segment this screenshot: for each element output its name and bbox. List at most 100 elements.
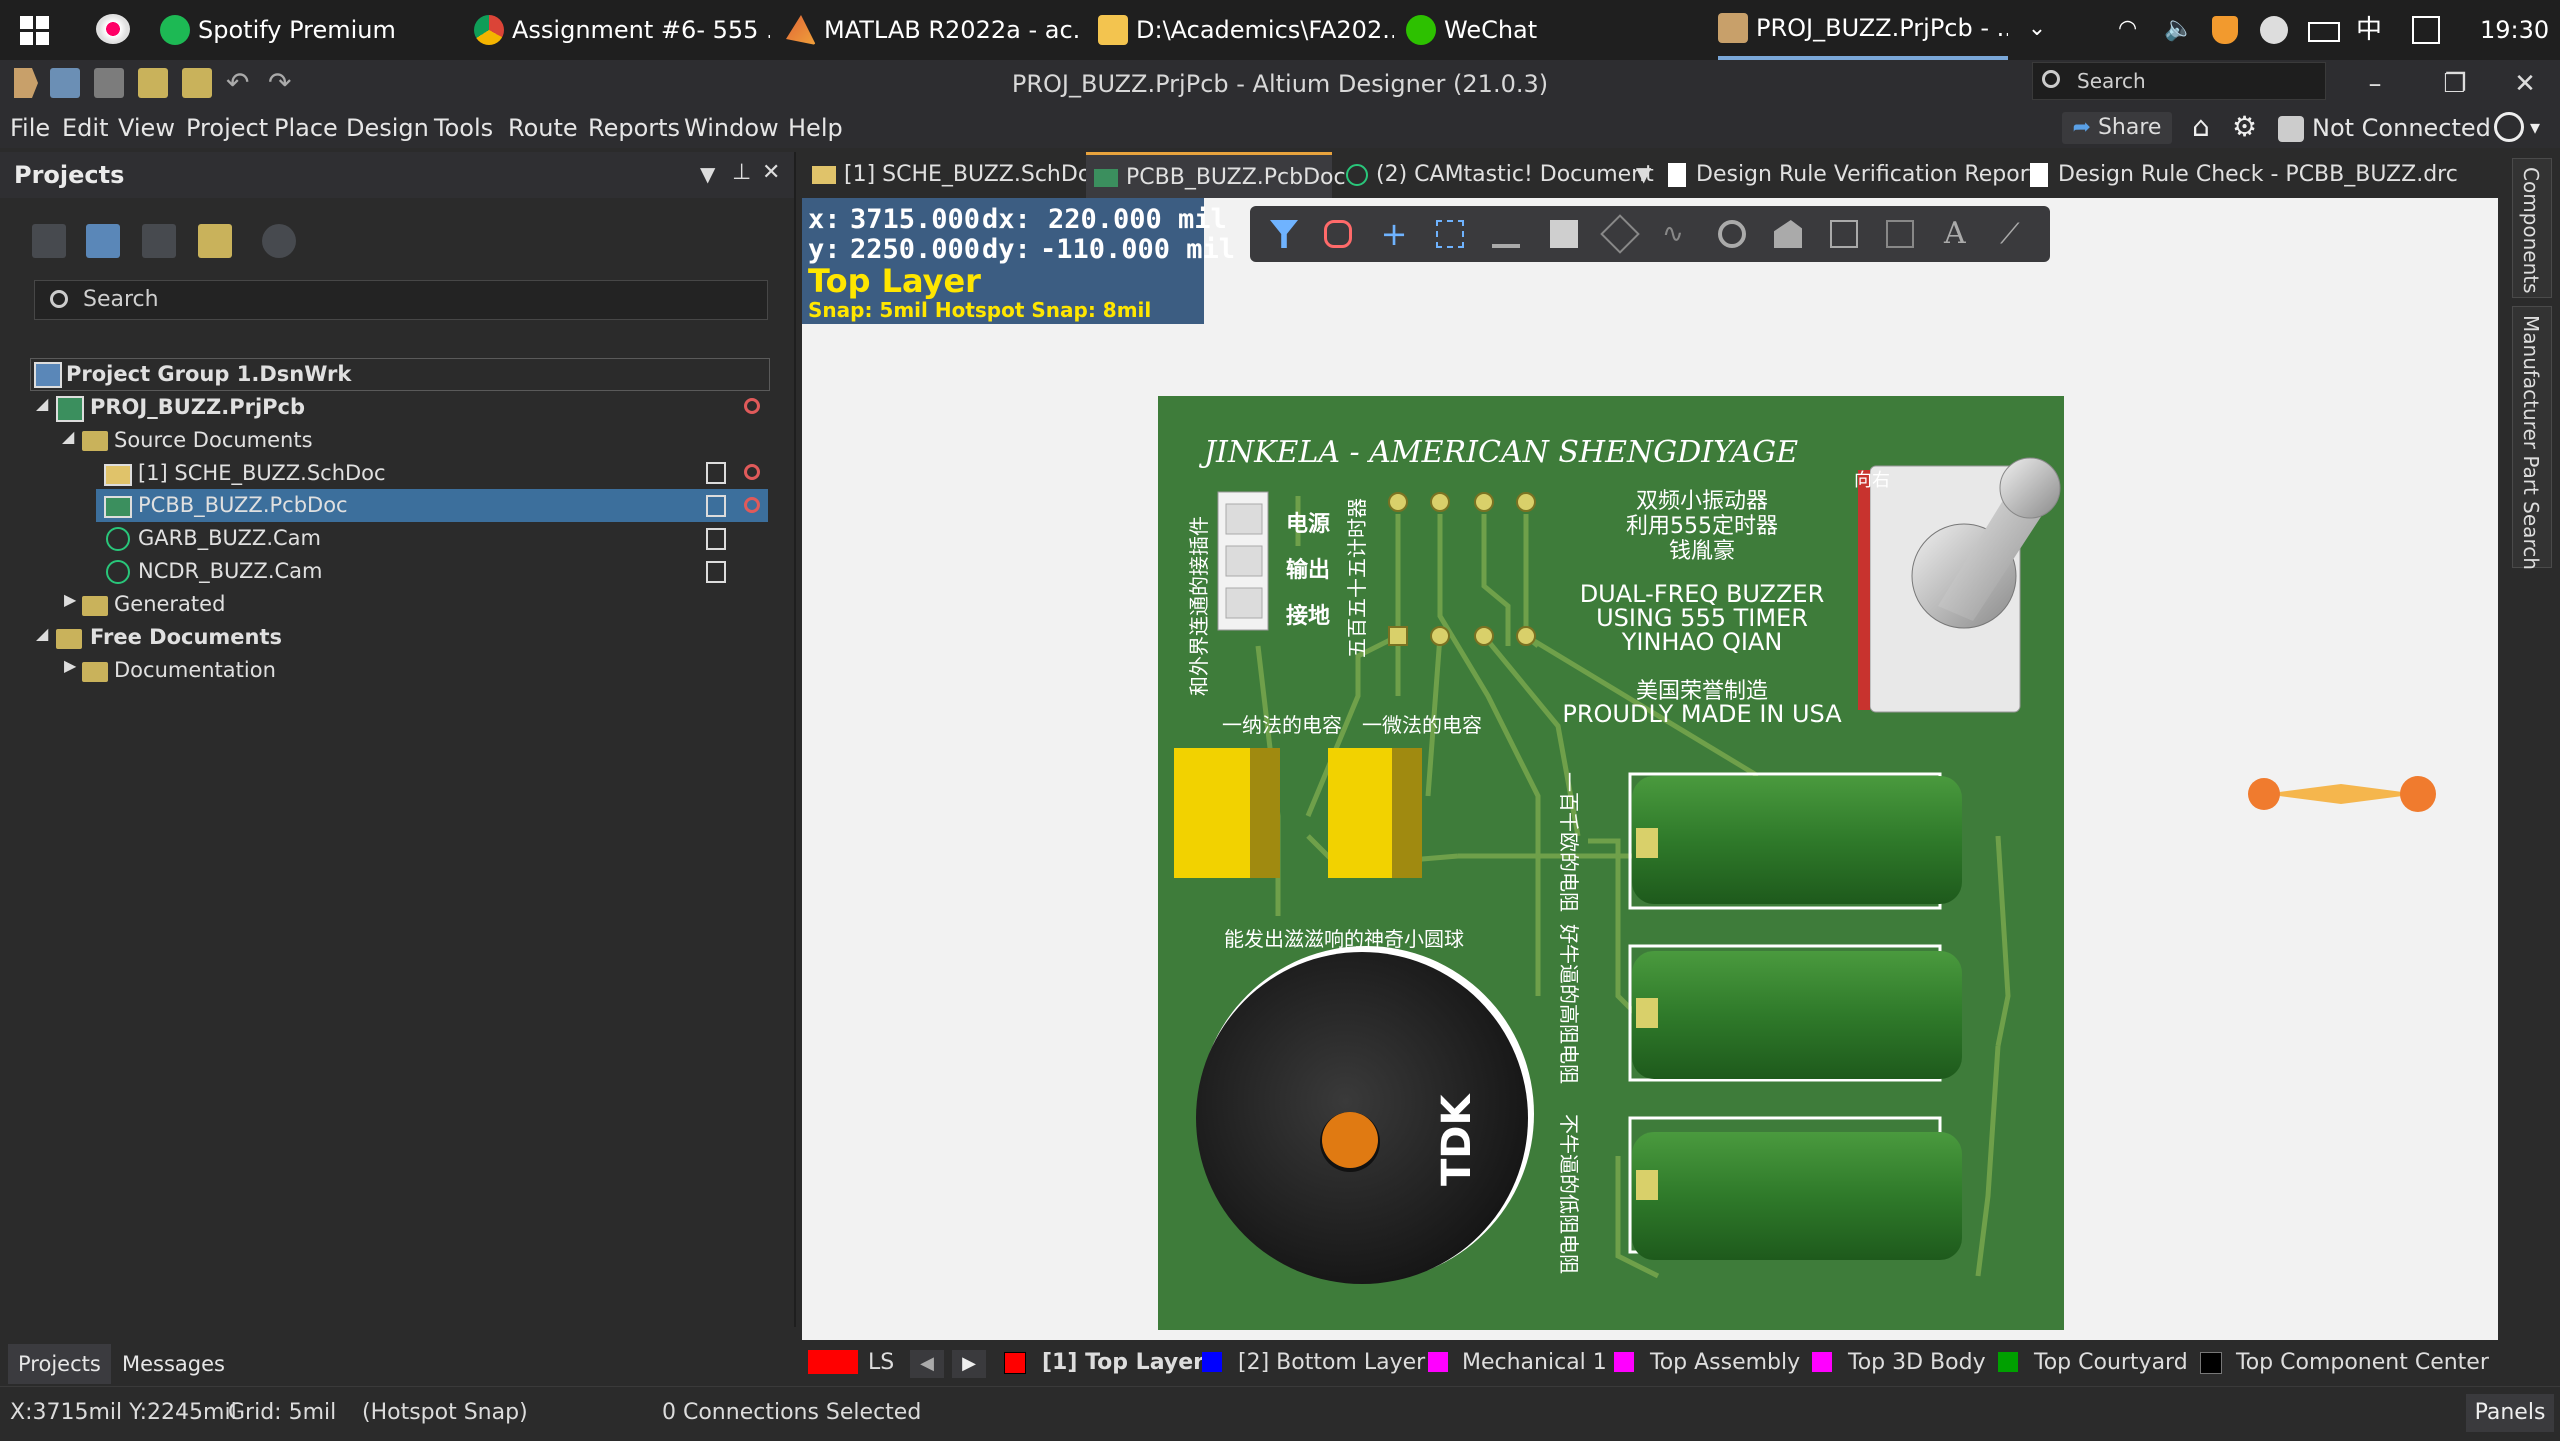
pcb-board[interactable]: JINKELA - AMERICAN SHENGDIYAGE 双频小振动器 利用… <box>1158 396 2064 1330</box>
taskbar-matlab[interactable]: MATLAB R2022a - ac... <box>786 0 1082 60</box>
resistor-low[interactable] <box>1628 1116 1962 1260</box>
menu-view[interactable]: View <box>118 108 175 148</box>
minimize-button[interactable]: – <box>2340 60 2410 108</box>
tab-camtastic[interactable]: (2) CAMtastic! Document <box>1342 152 1658 198</box>
close-button[interactable]: ✕ <box>2490 60 2560 108</box>
grid-icon[interactable] <box>2412 16 2440 44</box>
place-via-icon[interactable] <box>1718 220 1746 248</box>
project-search-input[interactable]: Search <box>34 280 768 320</box>
tree-pcb-doc[interactable]: PCBB_BUZZ.PcbDoc <box>138 489 348 522</box>
layer-tab-top-component-center[interactable]: Top Component Center <box>2236 1340 2489 1386</box>
menu-file[interactable]: File <box>10 108 50 148</box>
expand-arrow-icon[interactable]: ▶ <box>64 590 76 609</box>
tree-ncdr-cam[interactable]: NCDR_BUZZ.Cam <box>138 555 322 588</box>
add-document-icon[interactable] <box>198 224 232 258</box>
layer-tab-top-courtyard[interactable]: Top Courtyard <box>2034 1340 2188 1386</box>
layer-scroll-left-icon[interactable]: ◀ <box>910 1350 944 1378</box>
ime-indicator[interactable]: 中 <box>2356 10 2382 50</box>
menu-edit[interactable]: Edit <box>62 108 108 148</box>
layer-tab-top-3d-body[interactable]: Top 3D Body <box>1848 1340 1986 1386</box>
taskbar-wechat[interactable]: WeChat <box>1406 0 1706 60</box>
menu-reports[interactable]: Reports <box>588 108 680 148</box>
battery-icon[interactable] <box>2308 22 2340 42</box>
crosshair-icon[interactable]: + <box>1380 218 1408 250</box>
menu-route[interactable]: Route <box>508 108 578 148</box>
save-project-icon[interactable] <box>32 224 66 258</box>
align-icon[interactable] <box>1492 220 1520 248</box>
header-connector[interactable] <box>1217 491 1269 631</box>
menu-tools[interactable]: Tools <box>434 108 493 148</box>
tab-pcb[interactable]: PCBB_BUZZ.PcbDoc <box>1086 152 1346 198</box>
collapse-arrow-icon[interactable]: ◢ <box>36 624 48 643</box>
manufacturer-part-search-tab[interactable]: Manufacturer Part Search <box>2512 306 2552 570</box>
taskbar-explorer[interactable]: D:\Academics\FA202... <box>1098 0 1394 60</box>
chevron-up-icon[interactable]: ⌄ <box>2024 16 2050 42</box>
tray-user-icon[interactable] <box>2260 16 2288 44</box>
collapse-arrow-icon[interactable]: ◢ <box>36 394 48 413</box>
taskbar-app-icon[interactable] <box>96 14 130 44</box>
collapse-arrow-icon[interactable]: ◢ <box>62 427 74 446</box>
chevron-down-icon[interactable]: ▾ <box>2530 112 2550 142</box>
project-options-icon[interactable] <box>142 224 176 258</box>
volume-icon[interactable]: 🔈 <box>2164 14 2194 44</box>
layer-set-swatch[interactable] <box>808 1350 858 1374</box>
tree-garb-cam[interactable]: GARB_BUZZ.Cam <box>138 522 321 555</box>
tree-free-documents[interactable]: Free Documents <box>90 621 282 654</box>
select-route-icon[interactable] <box>1324 220 1352 248</box>
expand-arrow-icon[interactable]: ▶ <box>64 656 76 675</box>
global-search-input[interactable]: Search <box>2032 62 2326 100</box>
menu-place[interactable]: Place <box>274 108 338 148</box>
capacitor-1nf[interactable] <box>1174 748 1280 878</box>
connection-status[interactable]: Not Connected <box>2312 108 2491 148</box>
panel-menu-icon[interactable]: ▼ <box>700 162 720 186</box>
layer-scroll-right-icon[interactable]: ▶ <box>952 1350 986 1378</box>
select-area-icon[interactable] <box>1436 220 1464 248</box>
menu-design[interactable]: Design <box>346 108 429 148</box>
menu-window[interactable]: Window <box>684 108 779 148</box>
compile-icon[interactable] <box>86 224 120 258</box>
home-icon[interactable]: ⌂ <box>2192 112 2222 142</box>
components-panel-tab[interactable]: Components <box>2512 158 2552 298</box>
dimension-icon[interactable] <box>1886 220 1914 248</box>
layer-tab-top[interactable]: [1] Top Layer <box>1042 1340 1204 1386</box>
tab-projects[interactable]: Projects <box>8 1344 111 1384</box>
tdk-buzzer[interactable] <box>1196 946 1534 1284</box>
line-icon[interactable]: ⟋ <box>2000 220 2028 248</box>
wifi-icon[interactable]: ◠ <box>2118 16 2148 44</box>
settings-gear-icon[interactable] <box>262 224 296 258</box>
tree-generated[interactable]: Generated <box>114 588 225 621</box>
menu-project[interactable]: Project <box>186 108 268 148</box>
place-component-icon[interactable] <box>1550 220 1578 248</box>
panels-button[interactable]: Panels <box>2466 1394 2554 1432</box>
shield-icon[interactable] <box>2212 16 2238 44</box>
tree-documentation[interactable]: Documentation <box>114 654 276 687</box>
taskbar-altium[interactable]: PROJ_BUZZ.PrjPcb - ... <box>1718 0 2008 60</box>
layer-tab-mech1[interactable]: Mechanical 1 <box>1462 1340 1607 1386</box>
layer-tab-bottom[interactable]: [2] Bottom Layer <box>1238 1340 1425 1386</box>
tab-drc[interactable]: Design Rule Check - PCBB_BUZZ.drc <box>2026 152 2458 198</box>
windows-start-icon[interactable] <box>20 16 50 46</box>
tree-source-documents[interactable]: Source Documents <box>114 424 313 457</box>
taskbar-spotify[interactable]: Spotify Premium <box>160 0 450 60</box>
tab-messages[interactable]: Messages <box>112 1344 235 1384</box>
layer-set-ls[interactable]: LS <box>868 1340 894 1386</box>
resistor-high[interactable] <box>1628 944 1962 1082</box>
tree-schematic-doc[interactable]: [1] SCHE_BUZZ.SchDoc <box>138 457 386 490</box>
resistor-100k[interactable] <box>1628 772 1962 910</box>
clock[interactable]: 19:30 <box>2480 10 2549 50</box>
text-icon[interactable]: A <box>1944 219 1972 249</box>
diff-pair-icon[interactable]: ∿ <box>1662 220 1690 248</box>
tab-schematic[interactable]: [1] SCHE_BUZZ.SchDoc <box>808 152 1103 198</box>
account-icon[interactable] <box>2494 112 2524 142</box>
keepout-icon[interactable] <box>1830 220 1858 248</box>
share-button[interactable]: ➦ Share <box>2062 112 2172 144</box>
maximize-button[interactable]: ❐ <box>2420 60 2490 108</box>
panel-close-icon[interactable]: ✕ <box>762 160 784 186</box>
tab-drv-report[interactable]: Design Rule Verification Report <box>1664 152 2044 198</box>
gear-icon[interactable]: ⚙ <box>2232 112 2262 142</box>
tree-project[interactable]: PROJ_BUZZ.PrjPcb <box>90 391 305 424</box>
tree-project-group[interactable]: Project Group 1.DsnWrk <box>66 358 351 391</box>
status-grid[interactable]: Grid: 5mil <box>228 1390 336 1436</box>
pin-icon[interactable]: ⊥ <box>732 160 752 186</box>
capacitor-1uf[interactable] <box>1328 748 1422 878</box>
